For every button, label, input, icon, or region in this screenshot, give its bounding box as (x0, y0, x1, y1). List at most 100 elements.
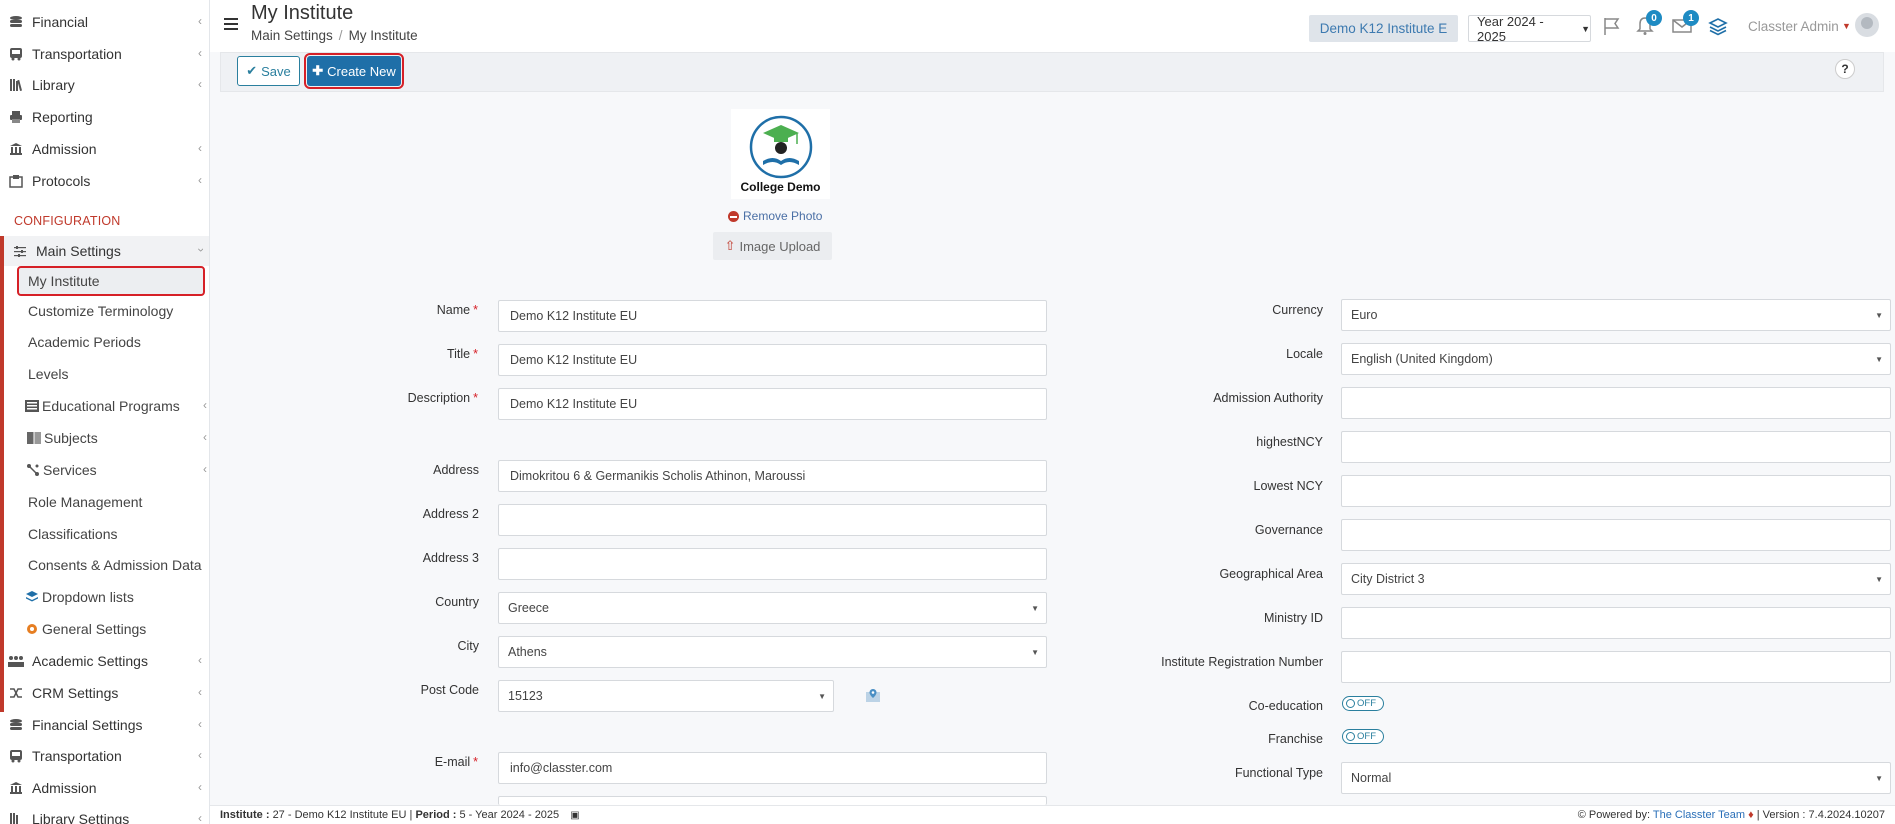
geographical-area-select[interactable]: City District 3 ▼ (1341, 563, 1891, 595)
copy-icon[interactable]: ▣ (570, 810, 579, 821)
governance-field[interactable] (1341, 519, 1891, 551)
coeducation-label: Co-education (1248, 699, 1323, 713)
sidebar-item-academic-periods[interactable]: Academic Periods (28, 328, 141, 356)
sidebar-item-protocols[interactable]: Protocols ‹ (0, 166, 209, 196)
sliders-icon (12, 243, 28, 259)
sidebar-item-label: Services (43, 462, 97, 478)
sidebar-item-subjects[interactable]: Subjects ‹ (27, 424, 207, 452)
sidebar-item-main-settings[interactable]: Main Settings ‹ (4, 236, 209, 266)
sidebar-item-academic-settings[interactable]: Academic Settings ‹ (0, 646, 209, 676)
sidebar-item-levels[interactable]: Levels (28, 360, 68, 388)
address2-label: Address 2 (422, 507, 479, 521)
sidebar-item-label: Library Settings (32, 811, 130, 824)
city-select[interactable]: Athens ▼ (498, 636, 1047, 668)
sidebar-item-customize-terminology[interactable]: Customize Terminology (28, 297, 173, 325)
remove-photo-link[interactable]: Remove Photo (728, 209, 822, 223)
bus-icon (8, 46, 24, 62)
currency-select[interactable]: Euro ▼ (1341, 299, 1891, 331)
name-field[interactable]: Demo K12 Institute EU (498, 300, 1047, 332)
footer-credits: © Powered by: The Classter Team ♦ | Vers… (1578, 809, 1885, 821)
menu-toggle-icon[interactable] (224, 18, 238, 30)
sidebar-item-educational-programs[interactable]: Educational Programs ‹ (25, 392, 207, 420)
description-field[interactable]: Demo K12 Institute EU (498, 388, 1047, 420)
address2-field[interactable] (498, 504, 1047, 536)
functional-type-label: Functional Type (1234, 766, 1323, 780)
flag-icon[interactable] (1601, 15, 1623, 37)
user-menu[interactable]: Classter Admin (1748, 19, 1839, 34)
admission-authority-field[interactable] (1341, 387, 1891, 419)
sidebar-item-admission[interactable]: Admission ‹ (0, 134, 209, 164)
coeducation-toggle[interactable]: OFF (1342, 696, 1384, 711)
sidebar-item-reporting[interactable]: Reporting (0, 102, 209, 132)
sidebar-item-classifications[interactable]: Classifications (28, 520, 117, 548)
sidebar-item-general-settings[interactable]: General Settings (25, 615, 146, 643)
caret-down-icon[interactable]: ▼ (1842, 21, 1851, 31)
sidebar-item-label: Educational Programs (42, 398, 180, 414)
sidebar-item-role-management[interactable]: Role Management (28, 488, 142, 516)
sidebar-item-services[interactable]: Services ‹ (26, 456, 207, 484)
archive-icon (8, 173, 24, 189)
caret-down-icon: ▼ (1031, 604, 1039, 613)
phone-field-partial[interactable] (498, 796, 1047, 805)
envelope-icon[interactable]: 1 (1671, 10, 1699, 37)
sidebar-item-library[interactable]: Library ‹ (0, 70, 209, 100)
postcode-label: Post Code (420, 683, 479, 697)
breadcrumb-item-current: My Institute (348, 28, 418, 43)
layers-icon (25, 590, 39, 604)
governance-label: Governance (1254, 523, 1323, 537)
year-selector[interactable]: Year 2024 - 2025 ▼ (1468, 14, 1591, 44)
country-select[interactable]: Greece ▼ (498, 592, 1047, 624)
map-marker-icon[interactable] (865, 688, 881, 704)
top-header: My Institute Main Settings / My Institute … (210, 0, 1895, 52)
postcode-select[interactable]: 15123 ▼ (498, 680, 834, 712)
sidebar-item-admission-settings[interactable]: Admission ‹ (0, 773, 209, 803)
country-select-value: Greece (508, 601, 549, 615)
highest-ncy-field[interactable] (1341, 431, 1891, 463)
sidebar-item-label: Reporting (32, 109, 93, 125)
email-field[interactable]: info@classter.com (498, 752, 1047, 784)
sidebar-item-crm-settings[interactable]: CRM Settings ‹ (0, 678, 209, 708)
breadcrumb-item-main-settings[interactable]: Main Settings (251, 28, 333, 43)
save-button-label: Save (261, 63, 291, 79)
image-upload-button[interactable]: ⇧ Image Upload (713, 232, 832, 260)
chevron-left-icon: ‹ (198, 717, 202, 731)
create-new-button[interactable]: ✚ Create New (304, 53, 404, 89)
address3-field[interactable] (498, 548, 1047, 580)
sidebar-item-transportation-settings[interactable]: Transportation ‹ (0, 741, 209, 771)
locale-select[interactable]: English (United Kingdom) ▼ (1341, 343, 1891, 375)
save-button[interactable]: ✔ Save (237, 56, 300, 86)
sidebar-item-transportation[interactable]: Transportation ‹ (0, 39, 209, 69)
layers-stack-icon[interactable] (1707, 15, 1729, 37)
country-label: Country (435, 595, 479, 609)
remove-photo-label: Remove Photo (743, 209, 823, 223)
institute-selector[interactable]: Demo K12 Institute E (1309, 15, 1458, 42)
sidebar-item-financial[interactable]: Financial ‹ (0, 7, 209, 37)
lowest-ncy-field[interactable] (1341, 475, 1891, 507)
caret-down-icon: ▼ (1875, 575, 1883, 584)
address-label: Address (433, 463, 479, 477)
help-button[interactable]: ? (1835, 59, 1855, 79)
coeducation-toggle-state: OFF (1357, 698, 1376, 709)
sidebar-item-my-institute[interactable]: My Institute (28, 267, 100, 295)
coins-icon (8, 717, 24, 733)
address-field[interactable]: Dimokritou 6 & Germanikis Scholis Athino… (498, 460, 1047, 492)
sidebar-item-label: Main Settings (36, 243, 121, 259)
sidebar-item-library-settings[interactable]: Library Settings ‹ (0, 804, 209, 824)
classter-team-link[interactable]: The Classter Team (1653, 809, 1745, 821)
footer-context: Institute : 27 - Demo K12 Institute EU |… (220, 809, 580, 821)
program-icon (25, 399, 39, 413)
chevron-left-icon: ‹ (203, 462, 207, 476)
group-icon (8, 653, 24, 669)
bell-icon[interactable]: 0 (1634, 10, 1662, 37)
registration-number-field[interactable] (1341, 651, 1891, 683)
sidebar-item-consents-admission-data[interactable]: Consents & Admission Data (28, 551, 202, 579)
avatar[interactable] (1855, 13, 1879, 37)
sidebar-item-financial-settings[interactable]: Financial Settings ‹ (0, 710, 209, 740)
chevron-left-icon: ‹ (198, 77, 202, 91)
ministry-id-field[interactable] (1341, 607, 1891, 639)
sidebar-item-dropdown-lists[interactable]: Dropdown lists (25, 583, 134, 611)
franchise-toggle[interactable]: OFF (1342, 729, 1384, 744)
description-label: Description * (407, 391, 478, 405)
functional-type-select[interactable]: Normal ▼ (1341, 762, 1891, 794)
title-field[interactable]: Demo K12 Institute EU (498, 344, 1047, 376)
